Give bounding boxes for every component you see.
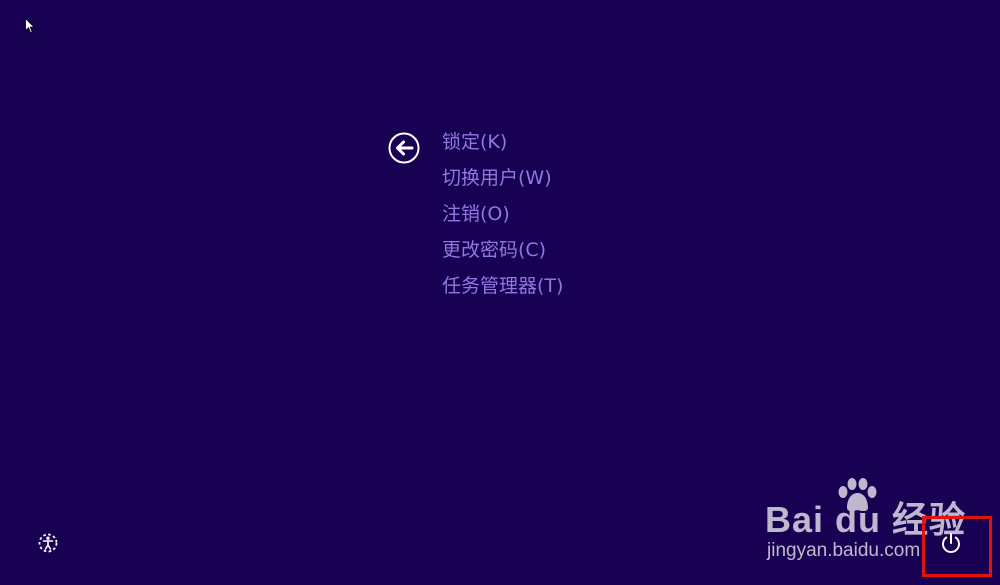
menu-item-change-password[interactable]: 更改密码(C)	[442, 232, 563, 268]
baidu-watermark: Bai du 经验 jingyan.baidu.com	[765, 478, 965, 570]
menu-item-lock[interactable]: 锁定(K)	[442, 124, 563, 160]
paw-logo-icon	[838, 478, 877, 512]
power-button[interactable]	[938, 530, 964, 556]
ease-of-access-icon	[38, 533, 58, 553]
watermark-url: jingyan.baidu.com	[767, 540, 921, 561]
menu-item-task-manager[interactable]: 任务管理器(T)	[442, 268, 563, 304]
watermark-logo-text: Bai du 经验	[765, 499, 967, 540]
menu-item-switch-user[interactable]: 切换用户(W)	[442, 160, 563, 196]
back-button[interactable]	[388, 132, 420, 164]
mouse-pointer-icon	[25, 18, 35, 34]
menu-item-sign-out[interactable]: 注销(O)	[442, 196, 563, 232]
ease-of-access-button[interactable]	[37, 532, 59, 554]
power-icon	[942, 533, 960, 553]
security-options-menu: 锁定(K) 切换用户(W) 注销(O) 更改密码(C) 任务管理器(T)	[442, 124, 563, 304]
back-arrow-icon	[388, 132, 420, 164]
